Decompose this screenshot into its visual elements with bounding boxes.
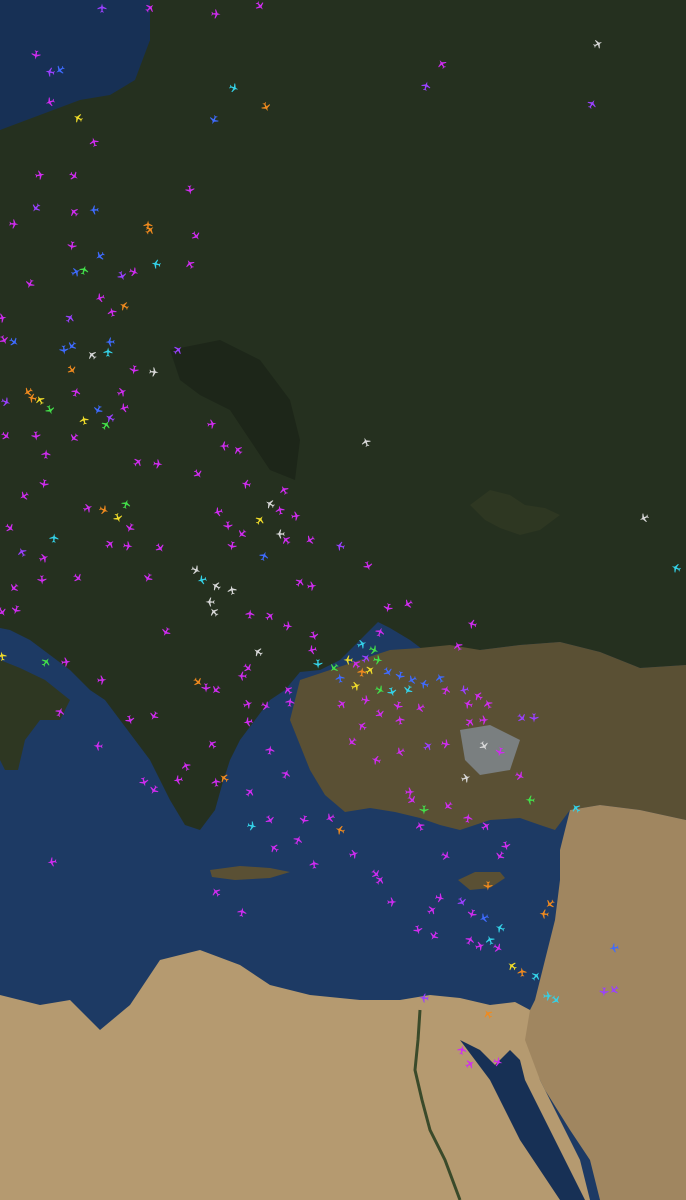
flight-map[interactable] — [0, 0, 686, 1200]
satellite-map[interactable] — [0, 0, 686, 1200]
